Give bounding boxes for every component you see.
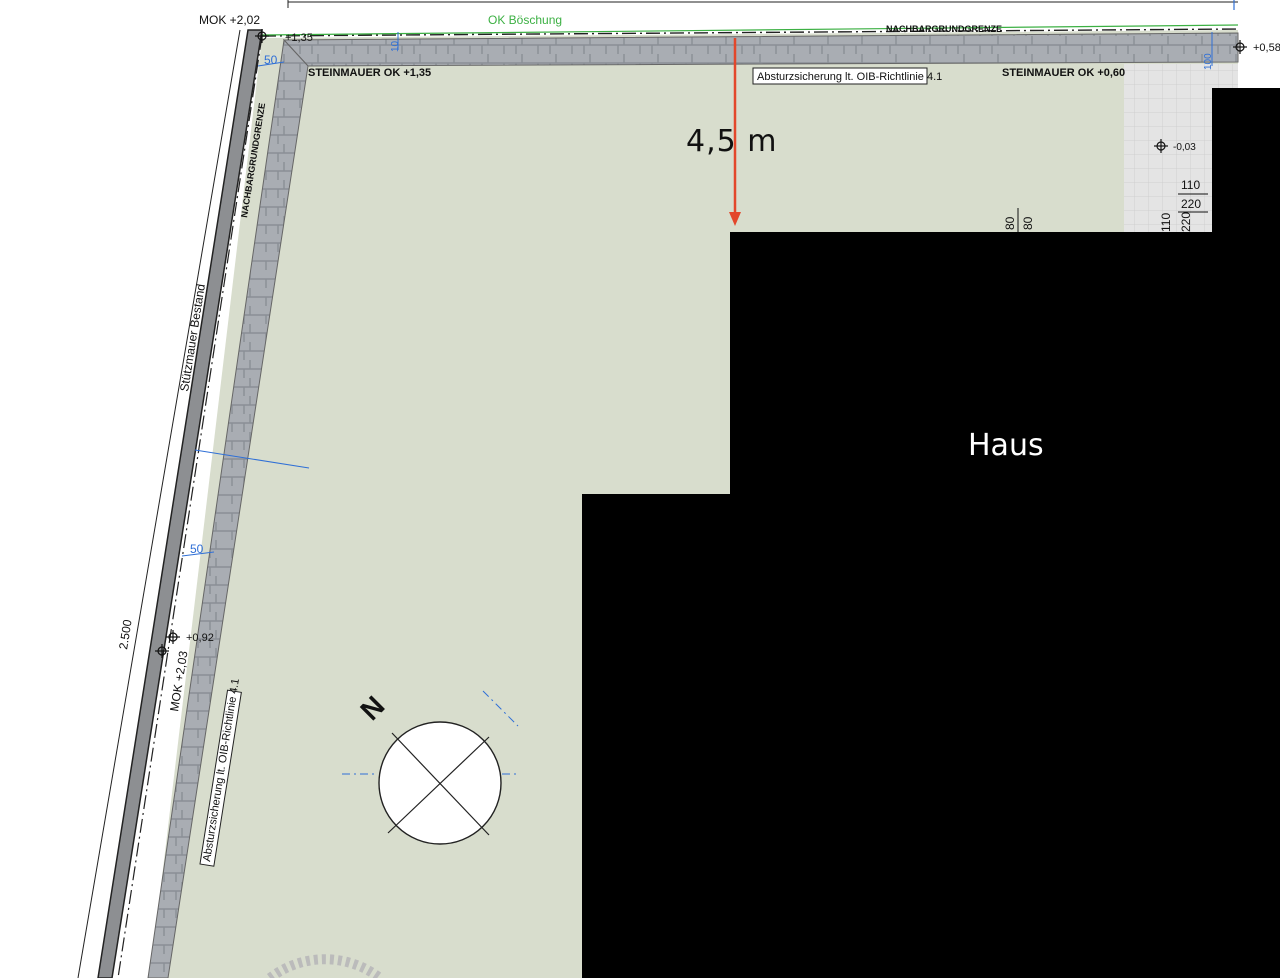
dim-100: 100 [1203, 53, 1214, 70]
level-minus-003: -0,03 [1173, 142, 1196, 153]
mok-top-label: MOK +2,02 [199, 13, 260, 27]
level-marker-icon [166, 630, 180, 644]
stone-wall-label-right: STEINMAUER OK +0,60 [1002, 67, 1125, 79]
house-label: Haus [968, 428, 1044, 463]
stone-wall-label-left: STEINMAUER OK +1,35 [308, 67, 431, 79]
dim-2500: 2.500 [116, 618, 135, 650]
dim-110a: 110 [1181, 178, 1200, 192]
level-plus-092: +0,92 [186, 632, 214, 644]
dim-220b: 220 [1179, 212, 1193, 232]
dim-50-top: 50 [264, 53, 278, 67]
neighbour-boundary-label-top: NACHBARGRUNDGRENZE [886, 24, 1002, 34]
ok-boeschung-label: OK Böschung [488, 13, 562, 27]
level-plus-058: +0,58 [1253, 42, 1280, 54]
dim-110b: 110 [1159, 213, 1173, 232]
measurement-label: 4,5 m [686, 124, 778, 159]
site-plan: MOK +2,02 +1,35 OK Böschung NACHBARGRUND… [77, 0, 1280, 978]
dim-220a: 220 [1181, 197, 1201, 211]
level-plus-135: +1,35 [285, 32, 313, 44]
dim-50-side: 50 [190, 542, 204, 556]
dim-80a: 80 [1003, 216, 1017, 230]
dim-80b: 80 [1021, 216, 1035, 230]
dim-10: 10 [390, 40, 401, 52]
fall-protection-label-top: Absturzsicherung lt. OIB-Richtlinie 4.1 [757, 71, 942, 83]
